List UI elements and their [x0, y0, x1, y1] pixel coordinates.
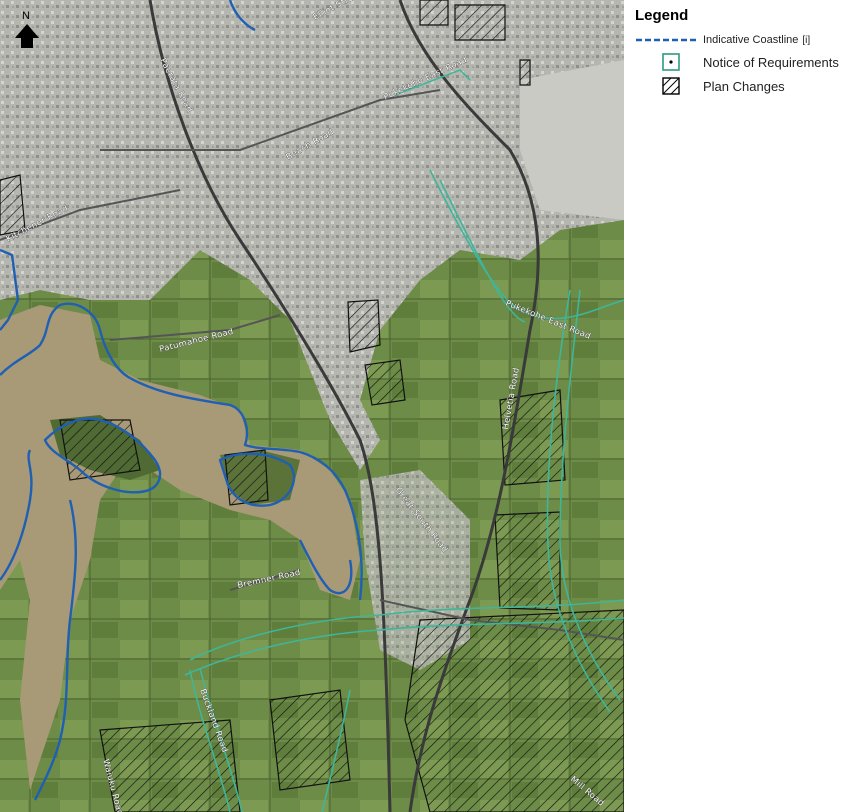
north-letter: N [22, 10, 30, 22]
dashed-line-icon [636, 38, 698, 42]
legend-label: Indicative Coastline [703, 34, 799, 46]
aerial-map[interactable]: Elliot Street Pukekohe East Road Paerata… [0, 0, 624, 812]
map-canvas[interactable]: Elliot Street Pukekohe East Road Paerata… [0, 0, 624, 812]
legend-panel: Legend Indicative Coastline [i] Notice o… [624, 0, 850, 812]
legend-item-indicative-coastline[interactable]: Indicative Coastline [i] [635, 34, 810, 46]
teal-square-dot-icon [662, 53, 680, 71]
hatched-square-icon [662, 77, 680, 95]
legend-label: Notice of Requirements [703, 54, 839, 70]
legend-item-notice-of-requirements[interactable]: Notice of Requirements [661, 52, 839, 72]
legend-title: Legend [635, 7, 689, 24]
legend-label: Plan Changes [703, 78, 785, 94]
industrial-area [520, 60, 624, 220]
info-link[interactable]: [i] [802, 35, 810, 46]
legend-item-plan-changes[interactable]: Plan Changes [661, 76, 785, 96]
